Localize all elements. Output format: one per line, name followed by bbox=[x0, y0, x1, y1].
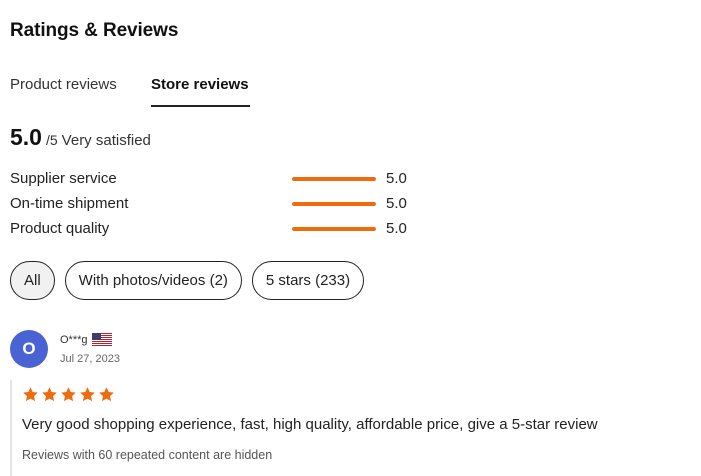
metric-label: Supplier service bbox=[10, 170, 117, 187]
review-filters: All With photos/videos (2) 5 stars (233) bbox=[10, 261, 365, 300]
us-flag-icon bbox=[91, 333, 112, 346]
metric-value: 5.0 bbox=[386, 195, 407, 212]
reviewer-name: O***g bbox=[60, 333, 88, 346]
overall-score-value: 5.0 bbox=[10, 124, 42, 150]
tab-store-reviews[interactable]: Store reviews bbox=[151, 74, 249, 107]
review-body: Very good shopping experience, fast, hig… bbox=[10, 380, 690, 476]
tab-product-reviews[interactable]: Product reviews bbox=[10, 74, 117, 107]
metric-value: 5.0 bbox=[386, 220, 407, 237]
metric-bar-fill bbox=[292, 177, 376, 181]
review-tabs: Product reviews Store reviews bbox=[10, 74, 260, 108]
filter-5-stars-button[interactable]: 5 stars (233) bbox=[251, 261, 365, 300]
star-icon bbox=[80, 387, 95, 402]
star-icon bbox=[23, 387, 38, 402]
metric-label: On-time shipment bbox=[10, 195, 129, 212]
star-icon bbox=[61, 387, 76, 402]
reviewer-name-row: O***g bbox=[60, 333, 112, 346]
star-rating bbox=[22, 386, 115, 403]
review-date: Jul 27, 2023 bbox=[60, 353, 120, 365]
overall-score: 5.0 /5 Very satisfied bbox=[10, 124, 151, 151]
filter-all-button[interactable]: All bbox=[10, 261, 55, 300]
overall-score-description: Very satisfied bbox=[61, 132, 151, 149]
metric-product-quality: Product quality 5.0 bbox=[10, 218, 430, 240]
review-text: Very good shopping experience, fast, hig… bbox=[22, 416, 598, 433]
metric-on-time-shipment: On-time shipment 5.0 bbox=[10, 193, 430, 215]
section-title: Ratings & Reviews bbox=[10, 20, 179, 41]
star-icon bbox=[99, 387, 114, 402]
overall-score-scale: /5 bbox=[45, 132, 58, 148]
active-tab-indicator bbox=[151, 105, 250, 107]
metric-bar bbox=[292, 227, 376, 231]
filter-photos-videos-button[interactable]: With photos/videos (2) bbox=[64, 261, 242, 300]
metric-supplier-service: Supplier service 5.0 bbox=[10, 168, 430, 190]
metric-bar-fill bbox=[292, 227, 376, 231]
metric-value: 5.0 bbox=[386, 170, 407, 187]
hidden-reviews-note: Reviews with 60 repeated content are hid… bbox=[22, 448, 273, 462]
metric-bar bbox=[292, 202, 376, 206]
metric-bar-fill bbox=[292, 202, 376, 206]
star-icon bbox=[42, 387, 57, 402]
metric-label: Product quality bbox=[10, 220, 110, 237]
metric-bar bbox=[292, 177, 376, 181]
avatar: O bbox=[10, 330, 48, 368]
